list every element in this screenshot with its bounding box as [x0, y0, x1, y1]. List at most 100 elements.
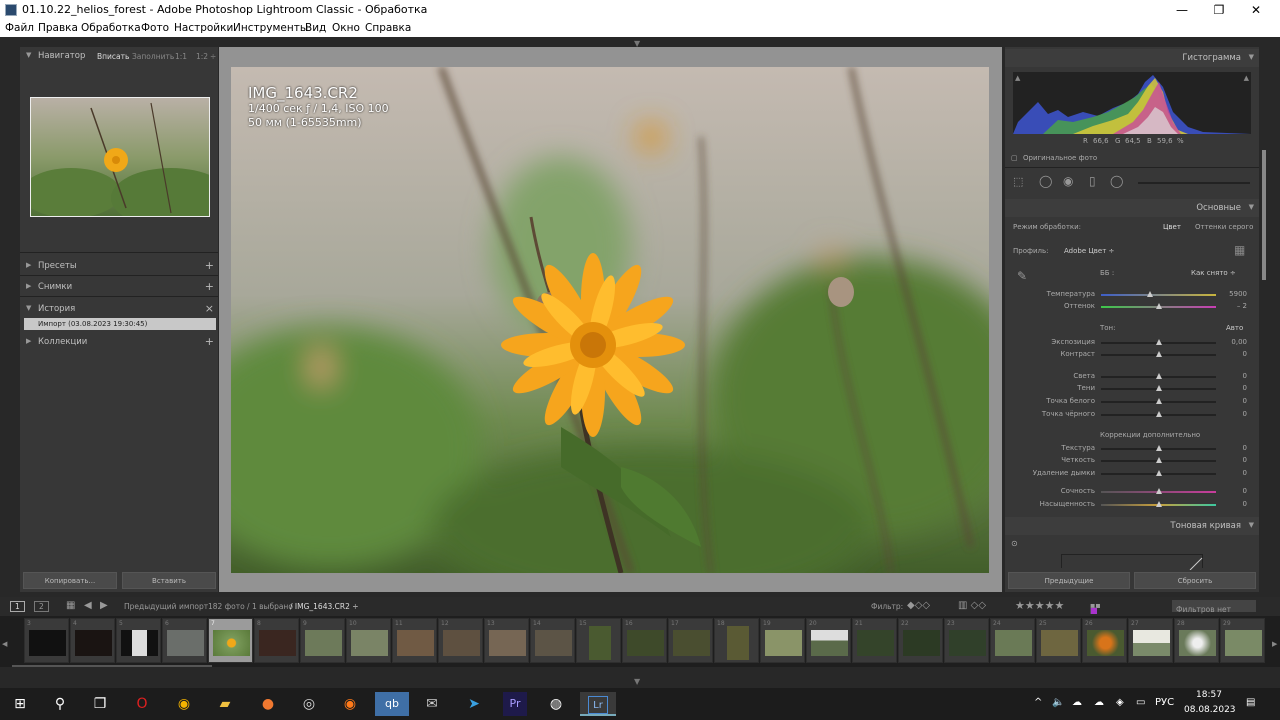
shadow-clip-icon[interactable]: ▲: [1015, 74, 1020, 82]
copy-button[interactable]: Копировать...: [23, 572, 117, 589]
obs-icon[interactable]: ◎: [297, 692, 321, 716]
back-arrow-icon[interactable]: ◀: [84, 600, 92, 611]
auto-tone-button[interactable]: Авто: [1226, 324, 1243, 332]
slider-value[interactable]: 0,00: [1231, 338, 1247, 346]
filmstrip-source[interactable]: Предыдущий импорт: [124, 602, 208, 611]
slider-knob[interactable]: [1156, 457, 1162, 463]
chrome-icon[interactable]: ◉: [172, 692, 196, 716]
forward-arrow-icon[interactable]: ▶: [100, 600, 108, 611]
film-thumb[interactable]: 3: [24, 618, 69, 663]
network-icon[interactable]: ▭: [1136, 697, 1145, 708]
maximize-button[interactable]: ❐: [1201, 0, 1237, 20]
film-thumb[interactable]: 14: [530, 618, 575, 663]
navigator-preview[interactable]: [30, 97, 210, 217]
film-thumb[interactable]: 28: [1174, 618, 1219, 663]
slider-knob[interactable]: [1156, 470, 1162, 476]
film-thumb[interactable]: 12: [438, 618, 483, 663]
slider-knob[interactable]: [1156, 373, 1162, 379]
slider-value[interactable]: 0: [1243, 372, 1247, 380]
history-header[interactable]: ▼ История ×: [20, 300, 218, 318]
film-thumb[interactable]: 6: [162, 618, 207, 663]
highlight-clip-icon[interactable]: ▲: [1244, 74, 1249, 82]
language-indicator[interactable]: РУС: [1155, 697, 1174, 708]
flag-filter-icon[interactable]: ◆◇◇: [907, 600, 930, 611]
eyedropper-icon[interactable]: ✎: [1017, 269, 1027, 283]
histogram-chart[interactable]: ▲ ▲: [1013, 72, 1251, 134]
presets-header[interactable]: ▶ Пресеты +: [20, 257, 218, 275]
color-label-filter[interactable]: ■ ■ ■ ■ ■ ▪▪: [1090, 601, 1101, 615]
filmstrip-filename[interactable]: / IMG_1643.CR2 ÷: [290, 602, 359, 611]
filmstrip-left-arrow-icon[interactable]: ◀: [2, 640, 7, 648]
edit-filter-icon[interactable]: ▥ ◇◇: [958, 600, 986, 611]
temperature-slider[interactable]: Температура 5900: [1005, 289, 1259, 301]
right-panel-scrollbar[interactable]: [1262, 150, 1266, 280]
task-view-icon[interactable]: ❐: [88, 692, 112, 716]
slider-knob[interactable]: [1156, 411, 1162, 417]
blacks-slider[interactable]: Точка чёрного 0: [1005, 409, 1259, 421]
star-rating-filter[interactable]: ★★★★★: [1015, 599, 1064, 612]
qbittorrent-icon[interactable]: qb: [375, 692, 409, 716]
nav-fill[interactable]: Заполнить: [132, 52, 174, 61]
filmstrip-scrollbar[interactable]: [12, 665, 212, 667]
graduated-filter-icon[interactable]: ▯: [1089, 174, 1096, 188]
davinci-icon[interactable]: ◍: [544, 692, 568, 716]
slider-knob[interactable]: [1156, 339, 1162, 345]
previous-button[interactable]: Предыдущие: [1008, 572, 1130, 589]
film-thumb-selected[interactable]: 7: [208, 618, 253, 663]
crop-tool-icon[interactable]: ⬚: [1013, 175, 1023, 188]
filmstrip[interactable]: ◀ ▶ 3 4 5 6 7 8 9 10 11 12 13 14 15 16 1…: [0, 616, 1280, 667]
film-thumb[interactable]: 9: [300, 618, 345, 663]
app-icon[interactable]: ●: [256, 692, 280, 716]
contrast-slider[interactable]: Контраст 0: [1005, 349, 1259, 361]
clock-date[interactable]: 08.08.2023: [1184, 705, 1236, 715]
notifications-icon[interactable]: ▤: [1246, 697, 1255, 708]
slider-knob[interactable]: [1156, 385, 1162, 391]
curve-point-icon[interactable]: ⊙: [1011, 539, 1018, 548]
slider-knob[interactable]: [1147, 291, 1153, 297]
slider-knob[interactable]: [1156, 488, 1162, 494]
profile-browser-icon[interactable]: ▦: [1234, 243, 1245, 257]
slider-value[interactable]: 0: [1243, 456, 1247, 464]
loupe-viewer[interactable]: IMG_1643.CR2 1/400 сек ƒ / 1,4, ISO 100 …: [219, 47, 1002, 592]
film-thumb[interactable]: 19: [760, 618, 805, 663]
film-thumb[interactable]: 20: [806, 618, 851, 663]
tint-slider[interactable]: Оттенок – 2: [1005, 301, 1259, 313]
texture-slider[interactable]: Текстура 0: [1005, 443, 1259, 455]
dehaze-slider[interactable]: Удаление дымки 0: [1005, 468, 1259, 480]
film-thumb[interactable]: 16: [622, 618, 667, 663]
minimize-button[interactable]: —: [1164, 0, 1200, 20]
menu-photo[interactable]: Фото: [141, 22, 169, 34]
slider-value[interactable]: 0: [1243, 444, 1247, 452]
nav-1-2[interactable]: 1:2: [196, 52, 208, 61]
collections-header[interactable]: ▶ Коллекции +: [20, 333, 218, 351]
film-thumb[interactable]: 17: [668, 618, 713, 663]
radial-filter-icon[interactable]: ◯: [1110, 174, 1123, 188]
bottom-panel-toggle-icon[interactable]: ▼: [634, 677, 640, 686]
histogram-header[interactable]: Гистограмма ▼: [1005, 49, 1259, 67]
slider-knob[interactable]: [1156, 445, 1162, 451]
menu-help[interactable]: Справка: [365, 22, 411, 34]
nav-1-1[interactable]: 1:1: [175, 52, 187, 61]
slider-value[interactable]: – 2: [1237, 302, 1247, 310]
slider-value[interactable]: 0: [1243, 350, 1247, 358]
slider-value[interactable]: 0: [1243, 384, 1247, 392]
grid-view-icon[interactable]: ▦: [66, 600, 75, 611]
nav-zoom-arrows-icon[interactable]: ÷: [210, 52, 216, 61]
menu-file[interactable]: Файл: [5, 22, 34, 34]
film-thumb[interactable]: 26: [1082, 618, 1127, 663]
tone-curve-header[interactable]: Тоновая кривая ▼: [1005, 517, 1259, 535]
filter-preset-dropdown[interactable]: Фильтров нет: [1172, 600, 1256, 614]
slider-value[interactable]: 0: [1243, 487, 1247, 495]
add-collection-icon[interactable]: +: [205, 335, 214, 348]
film-thumb[interactable]: 18: [714, 618, 759, 663]
tray-arrow-icon[interactable]: ^: [1034, 697, 1042, 708]
history-item[interactable]: Импорт (03.08.2023 19:30:45): [24, 318, 216, 330]
brush-slider-track[interactable]: [1138, 182, 1250, 184]
slider-value[interactable]: 0: [1243, 410, 1247, 418]
telegram-icon[interactable]: ➤: [462, 692, 486, 716]
nav-fit[interactable]: Вписать: [97, 52, 129, 61]
saturation-slider[interactable]: Насыщенность 0: [1005, 499, 1259, 511]
add-snapshot-icon[interactable]: +: [205, 280, 214, 293]
highlights-slider[interactable]: Света 0: [1005, 371, 1259, 383]
film-thumb[interactable]: 25: [1036, 618, 1081, 663]
